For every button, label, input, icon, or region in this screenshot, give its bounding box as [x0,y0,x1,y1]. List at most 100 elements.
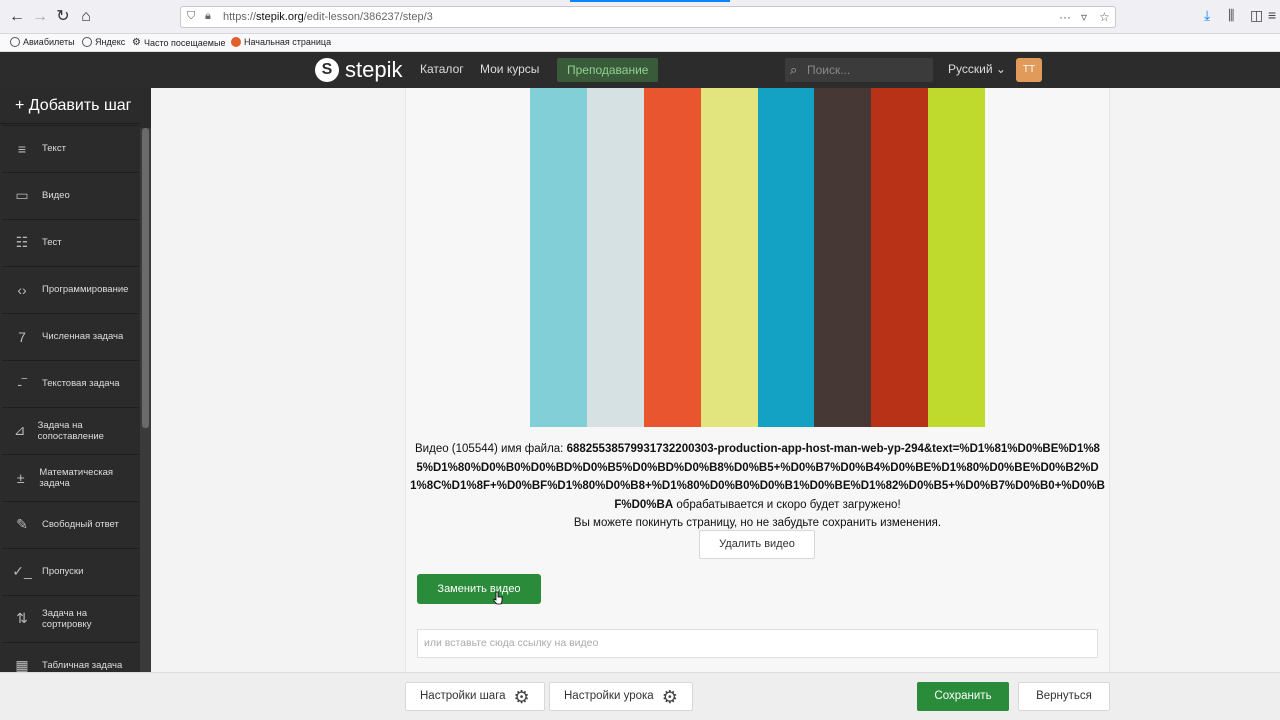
status-suffix: обрабатывается и скоро будет загружено! [673,498,901,511]
step-settings-label: Настройки шага [420,690,506,702]
gear-icon: ⚙ [132,37,141,48]
save-button[interactable]: Сохранить [917,682,1009,711]
star-icon[interactable]: ☆ [1099,10,1110,24]
bookmark-item[interactable]: Начальная страница [231,37,331,47]
add-step-button[interactable]: + Добавить шаг [0,88,140,124]
sidebar-item-sorting[interactable]: ⇅ Задача на сортировку [2,595,139,641]
bottom-action-bar: Настройки шага ⚙ Настройки урока ⚙ Сохрани… [0,672,1280,720]
search-placeholder: Поиск... [807,63,851,77]
sidebar-icon[interactable]: ◫ [1250,7,1263,24]
sidebar-item-text[interactable]: ≡ Текст [2,125,139,171]
sidebar-item-label: Свободный ответ [42,519,119,530]
lock-icon: 🔒︎ [205,10,211,22]
sidebar-item-label: Задача на сопоставление [37,419,104,442]
sidebar-item-label: Видео [42,190,70,201]
site-header: S stepik Каталог Мои курсы Преподавание … [0,52,1280,88]
video-url-input[interactable]: или вставьте сюда ссылку на видео [417,629,1098,658]
bookmark-item[interactable]: Яндекс [82,37,125,47]
sidebar-item-matching[interactable]: ⊿ Задача на сопоставление [2,407,139,453]
sidebar-item-label: Текстовая задача [42,378,120,389]
video-color-bar [928,88,985,427]
sidebar-item-label: Программирование [42,284,129,295]
browser-toolbar: ← → ↻ ⌂ ⛉ 🔒︎ https://stepik.org/edit-les… [0,0,1280,34]
back-button[interactable]: Вернуться [1018,682,1110,711]
lesson-settings-label: Настройки урока [564,690,654,702]
delete-video-button[interactable]: Удалить видео [699,530,815,559]
back-arrow-icon[interactable]: ← [6,6,28,28]
url-text: https://stepik.org/edit-lesson/386237/st… [223,11,433,23]
sidebar-item-label: Пропуски [42,566,84,577]
sidebar-item-numeric[interactable]: 7 Численная задача [2,313,139,359]
replace-video-button[interactable]: Заменить видео [417,574,541,604]
sidebar-item-video[interactable]: ▭ Видео [2,172,139,218]
sidebar-item-text-task[interactable]: -‾ Текстовая задача [2,360,139,406]
text-task-icon: -‾ [17,375,27,392]
language-select[interactable]: Русский ⌄ [948,62,1006,76]
home-icon[interactable]: ⌂ [75,6,97,28]
forward-arrow-icon[interactable]: → [29,6,51,28]
sidebar-item-free-answer[interactable]: ✎ Свободный ответ [2,501,139,547]
logo-text: stepik [345,57,403,82]
status-note: Вы можете покинуть страницу, но не забуд… [573,517,942,529]
code-icon: ‹› [17,281,27,298]
address-bar[interactable]: ⛉ 🔒︎ https://stepik.org/edit-lesson/3862… [180,6,1116,28]
sidebar-item-label: Математическая задача [39,466,113,489]
bookmark-item[interactable]: Авиабилеты [10,37,75,47]
globe-icon [10,37,20,47]
nav-my-courses[interactable]: Мои курсы [480,62,539,76]
video-color-bar [530,88,587,427]
lesson-settings-button[interactable]: Настройки урока ⚙ [549,682,693,711]
number-icon: 7 [18,328,26,345]
menu-icon[interactable]: ≡ [1268,7,1276,23]
scrollbar-thumb[interactable] [142,128,149,428]
pocket-icon[interactable]: ▿ [1081,10,1087,24]
sidebar-item-label: Тест [42,237,62,248]
table-icon: ▦ [15,657,29,672]
globe-icon [82,37,92,47]
status-prefix: Видео (105544) имя файла: [415,443,567,455]
sidebar-item-table[interactable]: ▦ Табличная задача [2,642,139,672]
video-color-bar [757,88,815,427]
video-color-bar [814,88,872,427]
bookmark-item[interactable]: ⚙ Часто посещаемые [132,37,225,48]
video-preview[interactable] [530,88,985,427]
sidebar-item-math[interactable]: ± Математическая задача [2,454,139,500]
sorting-icon: ⇅ [16,610,28,626]
video-color-bar [643,88,701,427]
test-icon: ☷ [15,234,29,250]
shield-icon: ⛉ [187,10,196,22]
library-icon[interactable]: ⫼ [1228,7,1234,24]
avatar[interactable]: TT [1016,58,1042,82]
sidebar-item-fill-blanks[interactable]: ✓_ Пропуски [2,548,139,594]
sidebar-item-label: Численная задача [42,331,124,342]
fill-blanks-icon: ✓_ [12,563,32,579]
sidebar-item-programming[interactable]: ‹› Программирование [2,266,139,312]
more-icon[interactable]: ··· [1059,10,1071,24]
bookmarks-bar: Авиабилеты Яндекс ⚙ Часто посещаемые Нача… [0,34,1280,52]
nav-teaching[interactable]: Преподавание [557,58,659,82]
firefox-icon [231,37,241,47]
gear-icon: ⚙ [661,686,678,707]
search-input[interactable]: ⌕ Поиск... [785,58,933,82]
step-settings-button[interactable]: Настройки шага ⚙ [405,682,545,711]
step-type-sidebar: + Добавить шаг ≡ Текст ▭ Видео ☷ Тест ‹› Про… [0,88,151,672]
sidebar-item-label: Текст [42,143,66,154]
nav-catalog[interactable]: Каталог [420,62,464,76]
text-lines-icon: ≡ [17,140,27,157]
math-icon: ± [16,469,25,486]
stepik-logo[interactable]: S stepik [315,57,402,83]
sidebar-scrollbar[interactable] [140,128,151,672]
gear-icon: ⚙ [513,686,530,707]
stepik-logo-icon: S [315,58,339,82]
active-tab-indicator [570,0,730,2]
sidebar-item-test[interactable]: ☷ Тест [2,219,139,265]
video-color-bar [586,88,644,427]
reload-icon[interactable]: ↻ [52,6,74,28]
download-icon[interactable]: ⤓ [1204,7,1210,24]
video-color-bar [700,88,758,427]
sidebar-item-label: Задача на сортировку [41,607,92,630]
matching-icon: ⊿ [13,422,26,438]
pencil-icon: ✎ [16,516,28,532]
search-icon: ⌕ [790,62,798,77]
video-color-bar [871,88,929,427]
